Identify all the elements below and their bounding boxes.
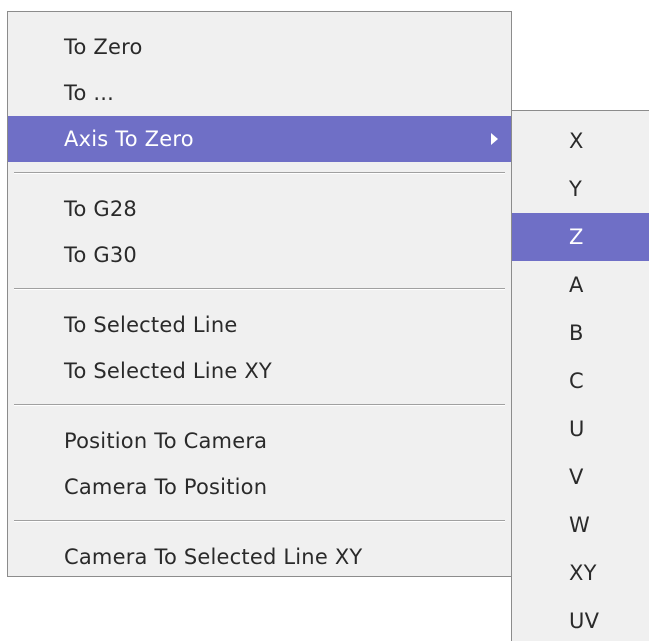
menu-item-axis-to-zero[interactable]: Axis To Zero [8,116,511,162]
submenu-item-u[interactable]: U [512,405,649,453]
menu-separator [8,278,511,302]
menu-item-to-selected-line[interactable]: To Selected Line [8,302,511,348]
menu-item-to-g28[interactable]: To G28 [8,186,511,232]
submenu-item-xy[interactable]: XY [512,549,649,597]
submenu-item-y[interactable]: Y [512,165,649,213]
submenu-item-z[interactable]: Z [512,213,649,261]
menu-item-to-g30[interactable]: To G30 [8,232,511,278]
menu-item-to-zero[interactable]: To Zero [8,24,511,70]
menu-separator [8,510,511,534]
menu-separator [8,162,511,186]
submenu-item-c[interactable]: C [512,357,649,405]
menu-item-axis-to-zero-label: Axis To Zero [64,127,194,151]
menu-item-camera-to-selected-line-xy[interactable]: Camera To Selected Line XY [8,534,511,580]
submenu-item-x[interactable]: X [512,117,649,165]
main-context-menu: To Zero To ... Axis To Zero To G28 To G3… [7,11,512,577]
axis-submenu: X Y Z A B C U V W XY UV [511,110,649,641]
submenu-item-v[interactable]: V [512,453,649,501]
menu-item-to-ellipsis[interactable]: To ... [8,70,511,116]
context-menu-stage: To Zero To ... Axis To Zero To G28 To G3… [0,0,649,641]
menu-item-position-to-camera[interactable]: Position To Camera [8,418,511,464]
submenu-item-a[interactable]: A [512,261,649,309]
chevron-right-icon [491,133,498,145]
menu-item-camera-to-position[interactable]: Camera To Position [8,464,511,510]
menu-item-to-selected-line-xy[interactable]: To Selected Line XY [8,348,511,394]
menu-separator [8,394,511,418]
submenu-item-w[interactable]: W [512,501,649,549]
submenu-item-uv[interactable]: UV [512,597,649,641]
submenu-item-b[interactable]: B [512,309,649,357]
